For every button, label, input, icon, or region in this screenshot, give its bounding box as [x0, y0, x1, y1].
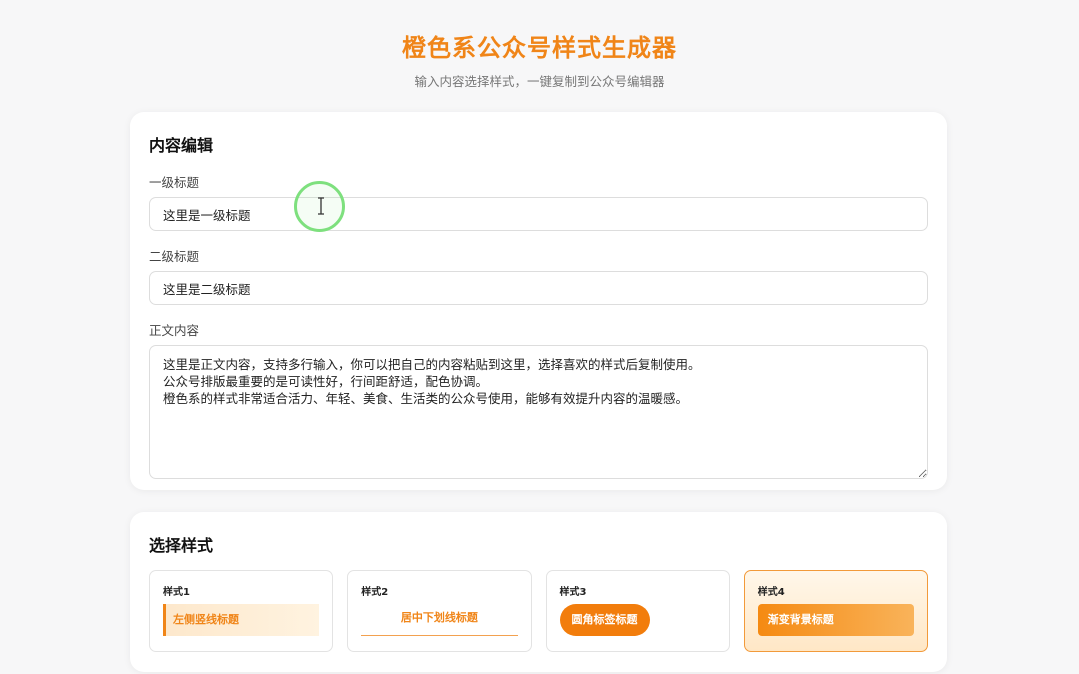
style-preview-underline: 居中下划线标题	[361, 604, 518, 636]
page-title: 橙色系公众号样式生成器	[402, 34, 677, 62]
page-header: 橙色系公众号样式生成器 输入内容选择样式，一键复制到公众号编辑器	[0, 0, 1079, 90]
style-option-name: 样式2	[361, 587, 389, 598]
page-subtitle: 输入内容选择样式，一键复制到公众号编辑器	[414, 74, 665, 89]
style-option-1[interactable]: 样式1 左侧竖线标题	[149, 570, 334, 652]
style-preview-left-bar: 左侧竖线标题	[163, 604, 320, 636]
style-preview-pill: 圆角标签标题	[559, 604, 650, 636]
style-preview-gradient: 渐变背景标题	[757, 604, 914, 636]
style-selector-title: 选择样式	[149, 536, 214, 555]
style-option-name: 样式1	[163, 587, 190, 598]
style-option-name: 样式4	[757, 587, 785, 598]
style-option-4[interactable]: 样式4 渐变背景标题	[743, 570, 928, 652]
content-editor-card: 内容编辑 一级标题 二级标题 正文内容 这里是正文内容，支持多行输入，你可以把自…	[130, 112, 947, 490]
style-option-2[interactable]: 样式2 居中下划线标题	[347, 570, 532, 652]
style-option-name: 样式3	[559, 587, 587, 598]
style-selector-card: 选择样式 样式1 左侧竖线标题 样式2 居中下划线标题 样式3 圆角标签标题 样…	[130, 512, 947, 672]
content-editor-title: 内容编辑	[149, 136, 214, 155]
h2-label: 二级标题	[149, 249, 200, 264]
page: 橙色系公众号样式生成器 输入内容选择样式，一键复制到公众号编辑器 内容编辑 一级…	[0, 0, 1079, 674]
h1-label: 一级标题	[149, 175, 200, 190]
body-label: 正文内容	[149, 323, 200, 338]
style-grid: 样式1 左侧竖线标题 样式2 居中下划线标题 样式3 圆角标签标题 样式4 渐变…	[149, 570, 928, 652]
style-option-3[interactable]: 样式3 圆角标签标题	[545, 570, 730, 652]
body-textarea[interactable]: 这里是正文内容，支持多行输入，你可以把自己的内容粘贴到这里，选择喜欢的样式后复制…	[149, 345, 928, 479]
h1-input[interactable]	[149, 197, 928, 231]
h2-input[interactable]	[149, 271, 928, 305]
